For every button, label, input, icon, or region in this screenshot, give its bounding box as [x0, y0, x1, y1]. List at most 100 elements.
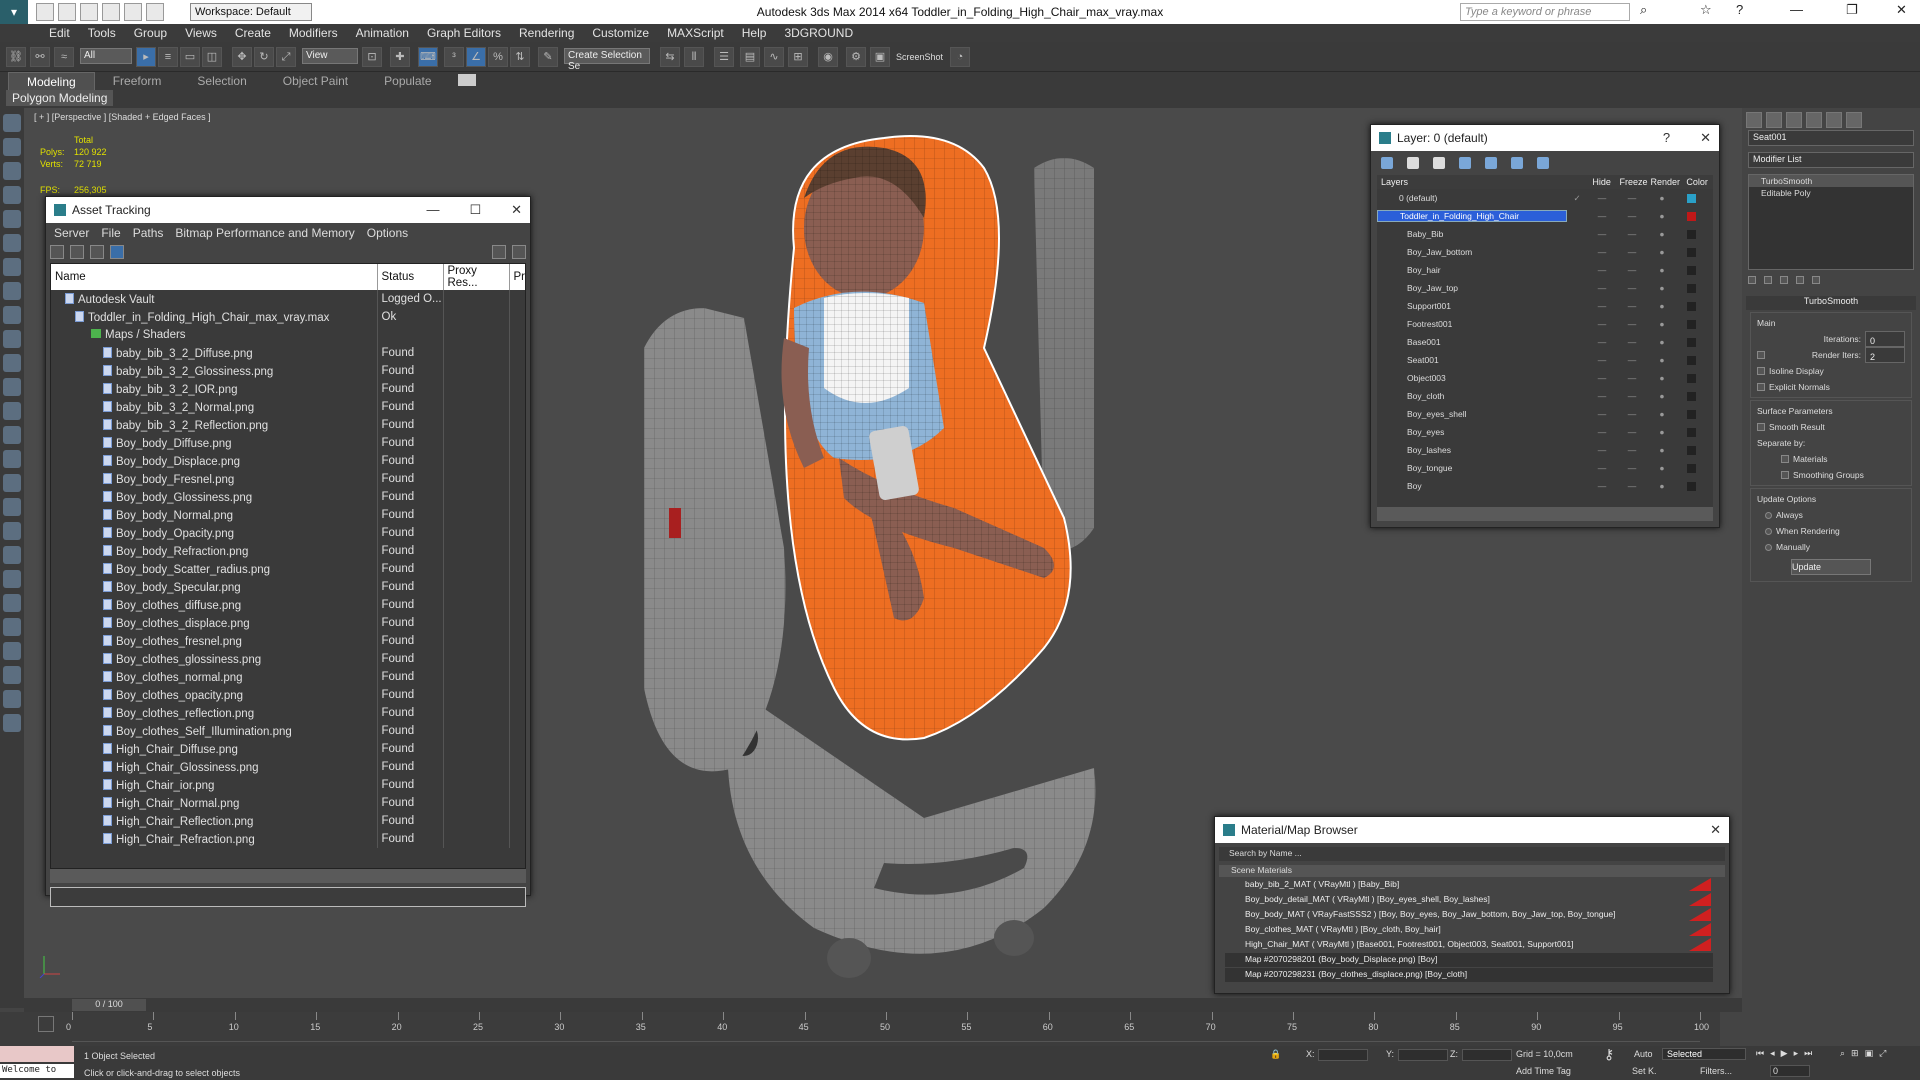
track-bar[interactable]: 0 5 10 15 20 25 30 35 40 45 50 55 60 65 70 75 80 85 90 95 10…: [0, 1012, 1720, 1046]
layer-color-swatch[interactable]: [1687, 301, 1696, 311]
restore-button[interactable]: ❐: [1846, 2, 1858, 18]
side-tool-icon[interactable]: [3, 450, 21, 468]
curve-editor-icon[interactable]: ∿: [764, 47, 784, 67]
table-row[interactable]: baby_bib_3_2_Reflection.png Found: [51, 416, 525, 434]
hide-all-icon[interactable]: [1511, 157, 1523, 169]
stack-item-editable-poly[interactable]: Editable Poly: [1749, 187, 1913, 199]
turbosmooth-rollout[interactable]: TurboSmooth: [1746, 296, 1916, 310]
layer-row[interactable]: Boy_cloth — — ●: [1377, 387, 1713, 405]
table-row[interactable]: Boy_body_Refraction.png Found: [51, 542, 525, 560]
zoom-extents-icon[interactable]: ▣: [1865, 1048, 1874, 1059]
make-unique-icon[interactable]: [1780, 276, 1788, 284]
menu-help[interactable]: Help: [733, 24, 776, 42]
render-teapot-icon[interactable]: ●: [1647, 373, 1677, 383]
layer-row[interactable]: Boy_eyes — — ●: [1377, 423, 1713, 441]
hide-toggle[interactable]: —: [1587, 391, 1617, 401]
table-row[interactable]: Maps / Shaders: [51, 326, 525, 344]
layer-row[interactable]: Footrest001— — ●: [1377, 315, 1713, 333]
ribbon-tab-selection[interactable]: Selection: [179, 72, 264, 92]
snap-toggle-icon[interactable]: ³: [444, 47, 464, 67]
side-tool-icon[interactable]: [3, 282, 21, 300]
angle-snap-icon[interactable]: ∠: [466, 47, 486, 67]
help-icon[interactable]: [492, 245, 506, 259]
side-tool-icon[interactable]: [3, 114, 21, 132]
x-field[interactable]: [1318, 1049, 1368, 1061]
freeze-all-icon[interactable]: [1537, 157, 1549, 169]
hide-toggle[interactable]: —: [1587, 427, 1617, 437]
freeze-toggle[interactable]: —: [1617, 229, 1647, 239]
side-tool-icon[interactable]: [3, 474, 21, 492]
maxscript-input[interactable]: Welcome to: [0, 1064, 74, 1078]
freeze-toggle[interactable]: —: [1617, 319, 1647, 329]
table-row[interactable]: Boy_clothes_normal.png Found: [51, 668, 525, 686]
layer-color-swatch[interactable]: [1687, 481, 1696, 491]
layer-color-swatch[interactable]: [1687, 247, 1696, 257]
menu-edit[interactable]: Edit: [40, 24, 79, 42]
hide-toggle[interactable]: —: [1587, 463, 1617, 473]
update-button[interactable]: Update: [1791, 559, 1871, 575]
close-button[interactable]: ✕: [1896, 2, 1907, 18]
y-field[interactable]: [1398, 1049, 1448, 1061]
side-tool-icon[interactable]: [3, 522, 21, 540]
column-header[interactable]: Prox: [509, 264, 525, 290]
vault-icon[interactable]: [512, 245, 526, 259]
menu-create[interactable]: Create: [226, 24, 280, 42]
table-row[interactable]: High_Chair_Refraction.png Found: [51, 830, 525, 848]
menu-rendering[interactable]: Rendering: [510, 24, 583, 42]
table-row[interactable]: baby_bib_3_2_IOR.png Found: [51, 380, 525, 398]
freeze-toggle[interactable]: —: [1617, 463, 1647, 473]
freeze-toggle[interactable]: —: [1617, 391, 1647, 401]
render-teapot-icon[interactable]: ●: [1647, 193, 1677, 203]
ribbon-tab-populate[interactable]: Populate: [366, 72, 449, 92]
menu-3dground[interactable]: 3DGROUND: [775, 24, 862, 42]
ribbon-tab-freeform[interactable]: Freeform: [95, 72, 180, 92]
layer-row[interactable]: Boy_tongue — — ●: [1377, 459, 1713, 477]
add-to-layer-icon[interactable]: [1433, 157, 1445, 169]
time-slider-thumb[interactable]: 0 / 100: [72, 999, 146, 1011]
goto-start-icon[interactable]: ⏮: [1756, 1048, 1764, 1059]
render-teapot-icon[interactable]: ●: [1647, 283, 1677, 293]
render-teapot-icon[interactable]: ●: [1647, 391, 1677, 401]
hide-toggle[interactable]: —: [1587, 355, 1617, 365]
select-in-layer-icon[interactable]: [1459, 157, 1471, 169]
table-row[interactable]: Boy_body_Displace.png Found: [51, 452, 525, 470]
table-view-icon[interactable]: [90, 245, 104, 259]
filters-button[interactable]: Filters...: [1700, 1066, 1732, 1076]
hierarchy-tab-icon[interactable]: [1786, 112, 1802, 128]
column-header[interactable]: Name: [51, 264, 378, 290]
side-tool-icon[interactable]: [3, 138, 21, 156]
minimize-button[interactable]: —: [1790, 2, 1803, 17]
mb-search-input[interactable]: Search by Name ...: [1219, 847, 1725, 861]
layer-color-swatch[interactable]: [1687, 193, 1696, 203]
layer-row[interactable]: Seat001— — ●: [1377, 351, 1713, 369]
material-item[interactable]: Boy_body_MAT ( VRayFastSSS2 ) [Boy, Boy_…: [1225, 908, 1713, 922]
hide-toggle[interactable]: —: [1587, 481, 1617, 491]
layer-color-swatch[interactable]: [1687, 409, 1696, 419]
always-radio[interactable]: [1765, 511, 1772, 519]
layer-row[interactable]: Boy_hair — — ●: [1377, 261, 1713, 279]
freeze-toggle[interactable]: —: [1617, 265, 1647, 275]
menu-animation[interactable]: Animation: [347, 24, 418, 42]
current-frame-field[interactable]: 0: [1770, 1065, 1810, 1077]
goto-end-icon[interactable]: ⏭: [1804, 1048, 1812, 1059]
render-teapot-icon[interactable]: ●: [1647, 463, 1677, 473]
table-row[interactable]: Boy_clothes_reflection.png Found: [51, 704, 525, 722]
layer-row[interactable]: Base001— — ●: [1377, 333, 1713, 351]
next-frame-icon[interactable]: ▸: [1794, 1048, 1799, 1059]
modify-tab-icon[interactable]: [1766, 112, 1782, 128]
table-row[interactable]: Boy_body_Opacity.png Found: [51, 524, 525, 542]
pivot-center-icon[interactable]: ⊡: [362, 47, 382, 67]
at-menu-options[interactable]: Options: [367, 226, 408, 240]
mirror-icon[interactable]: ⇆: [660, 47, 680, 67]
layer-row[interactable]: Boy_lashes — — ●: [1377, 441, 1713, 459]
auto-key-button[interactable]: Auto: [1634, 1049, 1653, 1059]
menu-tools[interactable]: Tools: [79, 24, 125, 42]
display-tab-icon[interactable]: [1826, 112, 1842, 128]
map-item[interactable]: Map #2070298201 (Boy_body_Displace.png) …: [1225, 953, 1713, 967]
at-menu-server[interactable]: Server: [54, 226, 89, 240]
unlink-icon[interactable]: ⚯: [30, 47, 50, 67]
key-filter-dropdown[interactable]: Selected: [1662, 1048, 1746, 1060]
grid-view-icon[interactable]: [110, 245, 124, 259]
layer-color-swatch[interactable]: [1687, 265, 1696, 275]
layer-color-swatch[interactable]: [1687, 355, 1696, 365]
